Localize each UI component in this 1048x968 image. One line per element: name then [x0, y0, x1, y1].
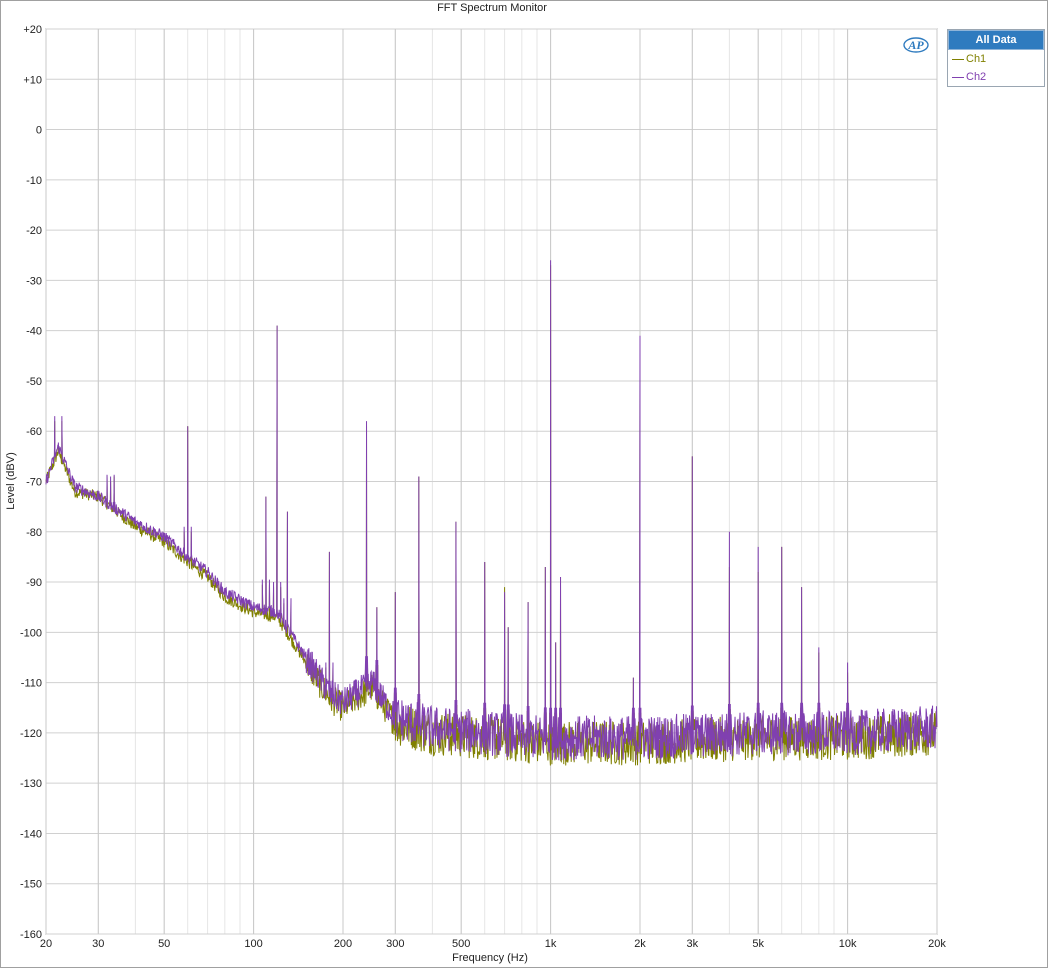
- legend-label-ch1: Ch1: [966, 53, 987, 65]
- y-tick-label: -10: [26, 175, 42, 187]
- y-axis-label: Level (dBV): [5, 452, 17, 509]
- y-tick-label: -70: [26, 477, 42, 489]
- y-axis-ticks: +20 +10 0 -10 -20 -30 -40 -50 -60 -70 -80 -90 -100 -1…: [20, 24, 42, 941]
- legend-swatch-ch1: [952, 59, 964, 60]
- y-tick-label: -90: [26, 577, 42, 589]
- legend-header[interactable]: All Data: [948, 30, 1044, 50]
- legend-swatch-ch2: [952, 77, 964, 78]
- y-tick-label: -80: [26, 527, 42, 539]
- y-tick-label: 0: [36, 125, 42, 137]
- y-tick-label: -120: [20, 728, 42, 740]
- x-tick-label: 300: [386, 938, 404, 950]
- x-tick-label: 10k: [839, 938, 857, 950]
- legend-label-ch2: Ch2: [966, 71, 987, 83]
- y-tick-label: -50: [26, 376, 42, 388]
- x-tick-label: 50: [158, 938, 170, 950]
- x-tick-label: 2k: [634, 938, 646, 950]
- y-tick-label: -150: [20, 879, 42, 891]
- y-tick-label: +10: [23, 74, 42, 86]
- ap-logo-icon: AP: [903, 37, 929, 53]
- x-tick-label: 3k: [686, 938, 698, 950]
- x-tick-label: 30: [92, 938, 104, 950]
- x-tick-label: 20k: [928, 938, 946, 950]
- y-tick-label: -110: [21, 678, 42, 690]
- svg-text:AP: AP: [907, 38, 924, 52]
- y-tick-label: -130: [20, 778, 42, 790]
- y-tick-label: -140: [20, 828, 42, 840]
- y-tick-label: -100: [20, 627, 42, 639]
- chart: FFT Spectrum Monitor +20 +10 0 -10 -20 -30 -40…: [5, 2, 946, 964]
- chart-title: FFT Spectrum Monitor: [437, 2, 547, 14]
- y-tick-label: -40: [26, 326, 42, 338]
- y-tick-label: -60: [26, 426, 42, 438]
- legend-item-ch1[interactable]: Ch1: [948, 50, 1044, 68]
- legend: All Data Ch1 Ch2: [947, 29, 1045, 87]
- x-tick-label: 200: [334, 938, 352, 950]
- y-tick-label: -20: [26, 225, 42, 237]
- x-axis-ticks: 20 30 50 100 200 300 500 1k 2k 3k 5k 10k 20k: [40, 938, 946, 950]
- y-tick-label: -30: [26, 275, 42, 287]
- x-tick-label: 100: [244, 938, 262, 950]
- x-tick-label: 500: [452, 938, 470, 950]
- x-tick-label: 20: [40, 938, 52, 950]
- y-tick-label: -160: [20, 929, 42, 941]
- y-tick-label: +20: [23, 24, 42, 36]
- legend-item-ch2[interactable]: Ch2: [948, 68, 1044, 86]
- x-axis-label: Frequency (Hz): [452, 952, 528, 964]
- x-tick-label: 1k: [545, 938, 557, 950]
- x-tick-label: 5k: [752, 938, 764, 950]
